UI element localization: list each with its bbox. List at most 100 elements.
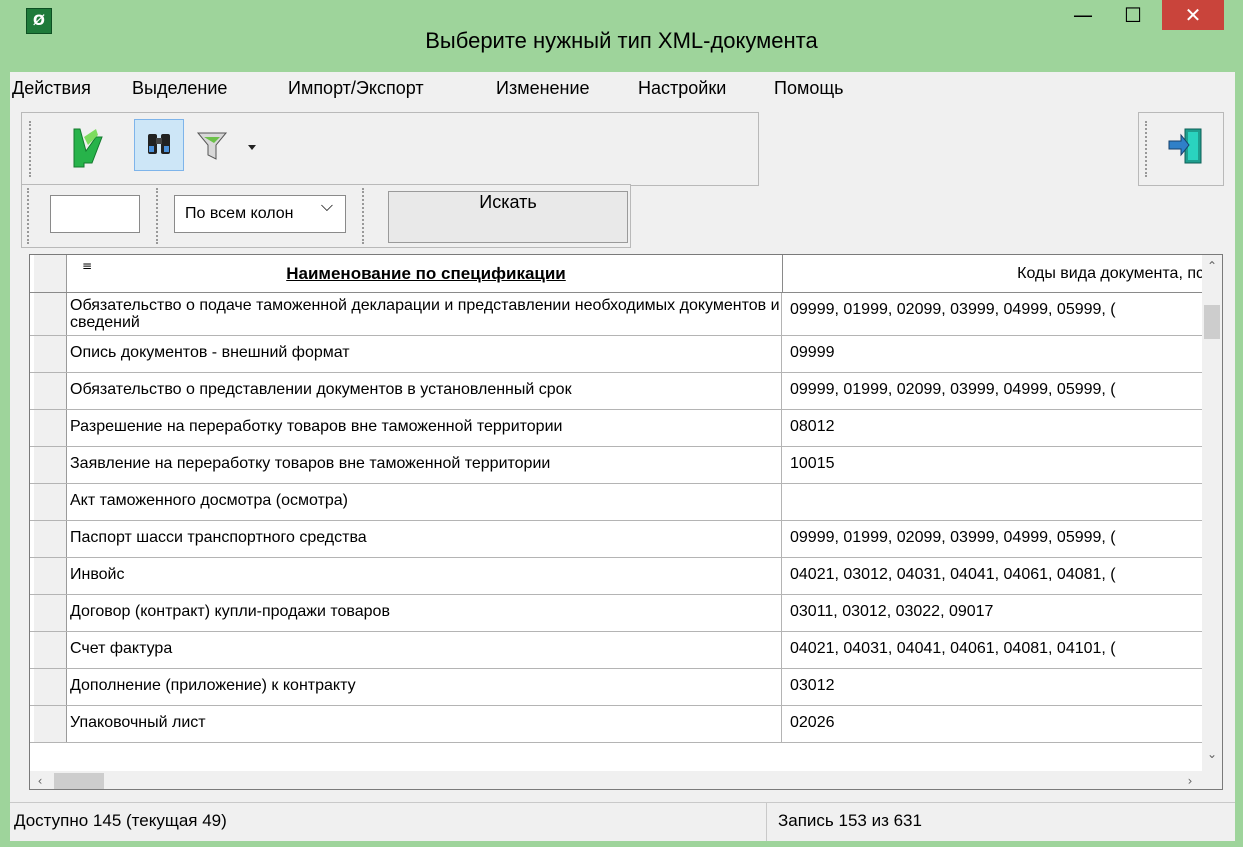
menu-actions[interactable]: Действия (12, 78, 91, 99)
cell-name[interactable]: Упаковочный лист (70, 706, 782, 742)
table-row[interactable]: Заявление на переработку товаров вне там… (30, 447, 1222, 484)
cell-name[interactable]: Акт таможенного досмотра (осмотра) (70, 484, 782, 520)
close-button[interactable]: ✕ (1162, 0, 1224, 30)
search-button[interactable]: Искать (388, 191, 628, 243)
menu-import-export[interactable]: Импорт/Экспорт (288, 78, 424, 99)
status-available: Доступно 145 (текущая 49) (14, 811, 227, 830)
status-bar: Доступно 145 (текущая 49) Запись 153 из … (10, 802, 1235, 841)
table-row[interactable]: Дополнение (приложение) к контракту 03012 (30, 669, 1222, 706)
table-row[interactable]: Акт таможенного досмотра (осмотра) (30, 484, 1222, 521)
menu-settings[interactable]: Настройки (638, 78, 726, 99)
cell-name[interactable]: Договор (контракт) купли-продажи товаров (70, 595, 782, 631)
open-button[interactable] (62, 119, 112, 171)
maximize-button[interactable]: ☐ (1108, 0, 1158, 30)
table-row[interactable]: Счет фактура 04021, 04031, 04041, 04061, … (30, 632, 1222, 669)
title-bar: Ø Выберите нужный тип XML-документа — ☐ … (0, 0, 1243, 72)
chevron-down-icon (248, 145, 256, 150)
table-row[interactable]: Разрешение на переработку товаров вне та… (30, 410, 1222, 447)
column-header-codes[interactable]: Коды вида документа, пс (790, 255, 1204, 292)
table-row[interactable]: Договор (контракт) купли-продажи товаров… (30, 595, 1222, 632)
cell-codes[interactable]: 09999, 01999, 02099, 03999, 04999, 05999… (790, 521, 1198, 557)
cell-name[interactable]: Инвойс (70, 558, 782, 594)
table-row[interactable]: Инвойс 04021, 03012, 04031, 04041, 04061,… (30, 558, 1222, 595)
scroll-left-icon[interactable]: ‹ (30, 771, 50, 789)
table-row[interactable]: Обязательство о подаче таможенной деклар… (30, 293, 1222, 336)
scroll-up-icon[interactable]: ⌃ (1202, 259, 1222, 273)
cell-codes[interactable]: 04021, 03012, 04031, 04041, 04061, 04081… (790, 558, 1198, 594)
find-button[interactable] (134, 119, 184, 171)
cell-codes[interactable]: 09999, 01999, 02099, 03999, 04999, 05999… (790, 373, 1198, 409)
row-selector[interactable] (34, 706, 67, 742)
status-divider (766, 803, 767, 841)
menu-selection[interactable]: Выделение (132, 78, 227, 99)
filter-dropdown-button[interactable] (192, 119, 270, 171)
menu-change[interactable]: Изменение (496, 78, 590, 99)
row-selector[interactable] (34, 447, 67, 483)
row-selector[interactable] (34, 521, 67, 557)
row-selector[interactable] (34, 595, 67, 631)
cell-codes[interactable]: 09999, 01999, 02099, 03999, 04999, 05999… (790, 293, 1198, 335)
cell-name[interactable]: Опись документов - внешний формат (70, 336, 782, 372)
horizontal-scrollbar[interactable]: ‹ › (30, 771, 1222, 789)
status-record: Запись 153 из 631 (778, 811, 922, 830)
row-selector[interactable] (34, 410, 67, 446)
binoculars-icon (148, 134, 170, 154)
client-area: Действия Выделение Импорт/Экспорт Измене… (10, 72, 1235, 841)
vertical-scroll-thumb[interactable] (1204, 305, 1220, 339)
vertical-scrollbar[interactable]: ⌃ ⌄ (1202, 255, 1222, 771)
window-title: Выберите нужный тип XML-документа (425, 28, 818, 53)
cell-name[interactable]: Обязательство о подаче таможенной деклар… (70, 293, 782, 335)
row-selector[interactable] (34, 293, 67, 335)
toolbar-grip[interactable] (27, 188, 32, 244)
cell-codes[interactable]: 10015 (790, 447, 1198, 483)
filter-icon (196, 132, 256, 160)
cell-codes[interactable]: 04021, 04031, 04041, 04061, 04081, 04101… (790, 632, 1198, 668)
cell-name[interactable]: Разрешение на переработку товаров вне та… (70, 410, 782, 446)
toolbar-grip[interactable] (362, 188, 367, 244)
row-selector[interactable] (34, 484, 67, 520)
table-row[interactable]: Обязательство о представлении документов… (30, 373, 1222, 410)
cell-name[interactable]: Обязательство о представлении документов… (70, 373, 782, 409)
cell-name[interactable]: Заявление на переработку товаров вне там… (70, 447, 782, 483)
header-selector (34, 255, 67, 292)
cell-codes[interactable]: 03012 (790, 669, 1198, 705)
column-header-name[interactable]: Наименование по спецификации (70, 255, 783, 292)
cell-name[interactable]: Дополнение (приложение) к контракту (70, 669, 782, 705)
cell-codes[interactable] (790, 484, 1198, 520)
search-scope-select[interactable]: По всем колон ⌵ (174, 195, 346, 233)
cell-codes[interactable]: 09999 (790, 336, 1198, 372)
menu-bar: Действия Выделение Импорт/Экспорт Измене… (10, 72, 1235, 106)
window: Ø Выберите нужный тип XML-документа — ☐ … (0, 0, 1243, 847)
cell-codes[interactable]: 03011, 03012, 03022, 09017 (790, 595, 1198, 631)
cell-codes[interactable]: 08012 (790, 410, 1198, 446)
scroll-down-icon[interactable]: ⌄ (1202, 747, 1222, 761)
cell-name[interactable]: Счет фактура (70, 632, 782, 668)
toolbar-grip[interactable] (156, 188, 161, 244)
grid-header: ≡ Наименование по спецификации Коды вида… (30, 255, 1222, 293)
cell-name[interactable]: Паспорт шасси транспортного средства (70, 521, 782, 557)
row-selector[interactable] (34, 669, 67, 705)
toolbar-grip[interactable] (29, 121, 34, 177)
exit-toolbar (1138, 112, 1224, 186)
chevron-down-icon: ⌵ (320, 196, 333, 215)
green-arrow-icon (73, 128, 103, 168)
exit-door-icon[interactable] (1167, 123, 1211, 171)
main-toolbar (21, 112, 759, 186)
minimize-button[interactable]: — (1058, 0, 1108, 30)
scroll-right-icon[interactable]: › (1180, 771, 1200, 789)
menu-help[interactable]: Помощь (774, 78, 844, 99)
cell-codes[interactable]: 02026 (790, 706, 1198, 742)
search-input[interactable] (50, 195, 140, 233)
row-selector[interactable] (34, 336, 67, 372)
row-selector[interactable] (34, 558, 67, 594)
row-selector[interactable] (34, 373, 67, 409)
table-row[interactable]: Опись документов - внешний формат 09999 (30, 336, 1222, 373)
table-row[interactable]: Паспорт шасси транспортного средства 0999… (30, 521, 1222, 558)
table-row[interactable]: Упаковочный лист 02026 (30, 706, 1222, 743)
toolbar-grip[interactable] (1145, 121, 1150, 177)
row-selector[interactable] (34, 632, 67, 668)
document-type-grid[interactable]: ≡ Наименование по спецификации Коды вида… (29, 254, 1223, 790)
search-toolbar: По всем колон ⌵ Искать (21, 184, 631, 248)
horizontal-scroll-thumb[interactable] (54, 773, 104, 789)
search-scope-value: По всем колон (185, 205, 294, 222)
